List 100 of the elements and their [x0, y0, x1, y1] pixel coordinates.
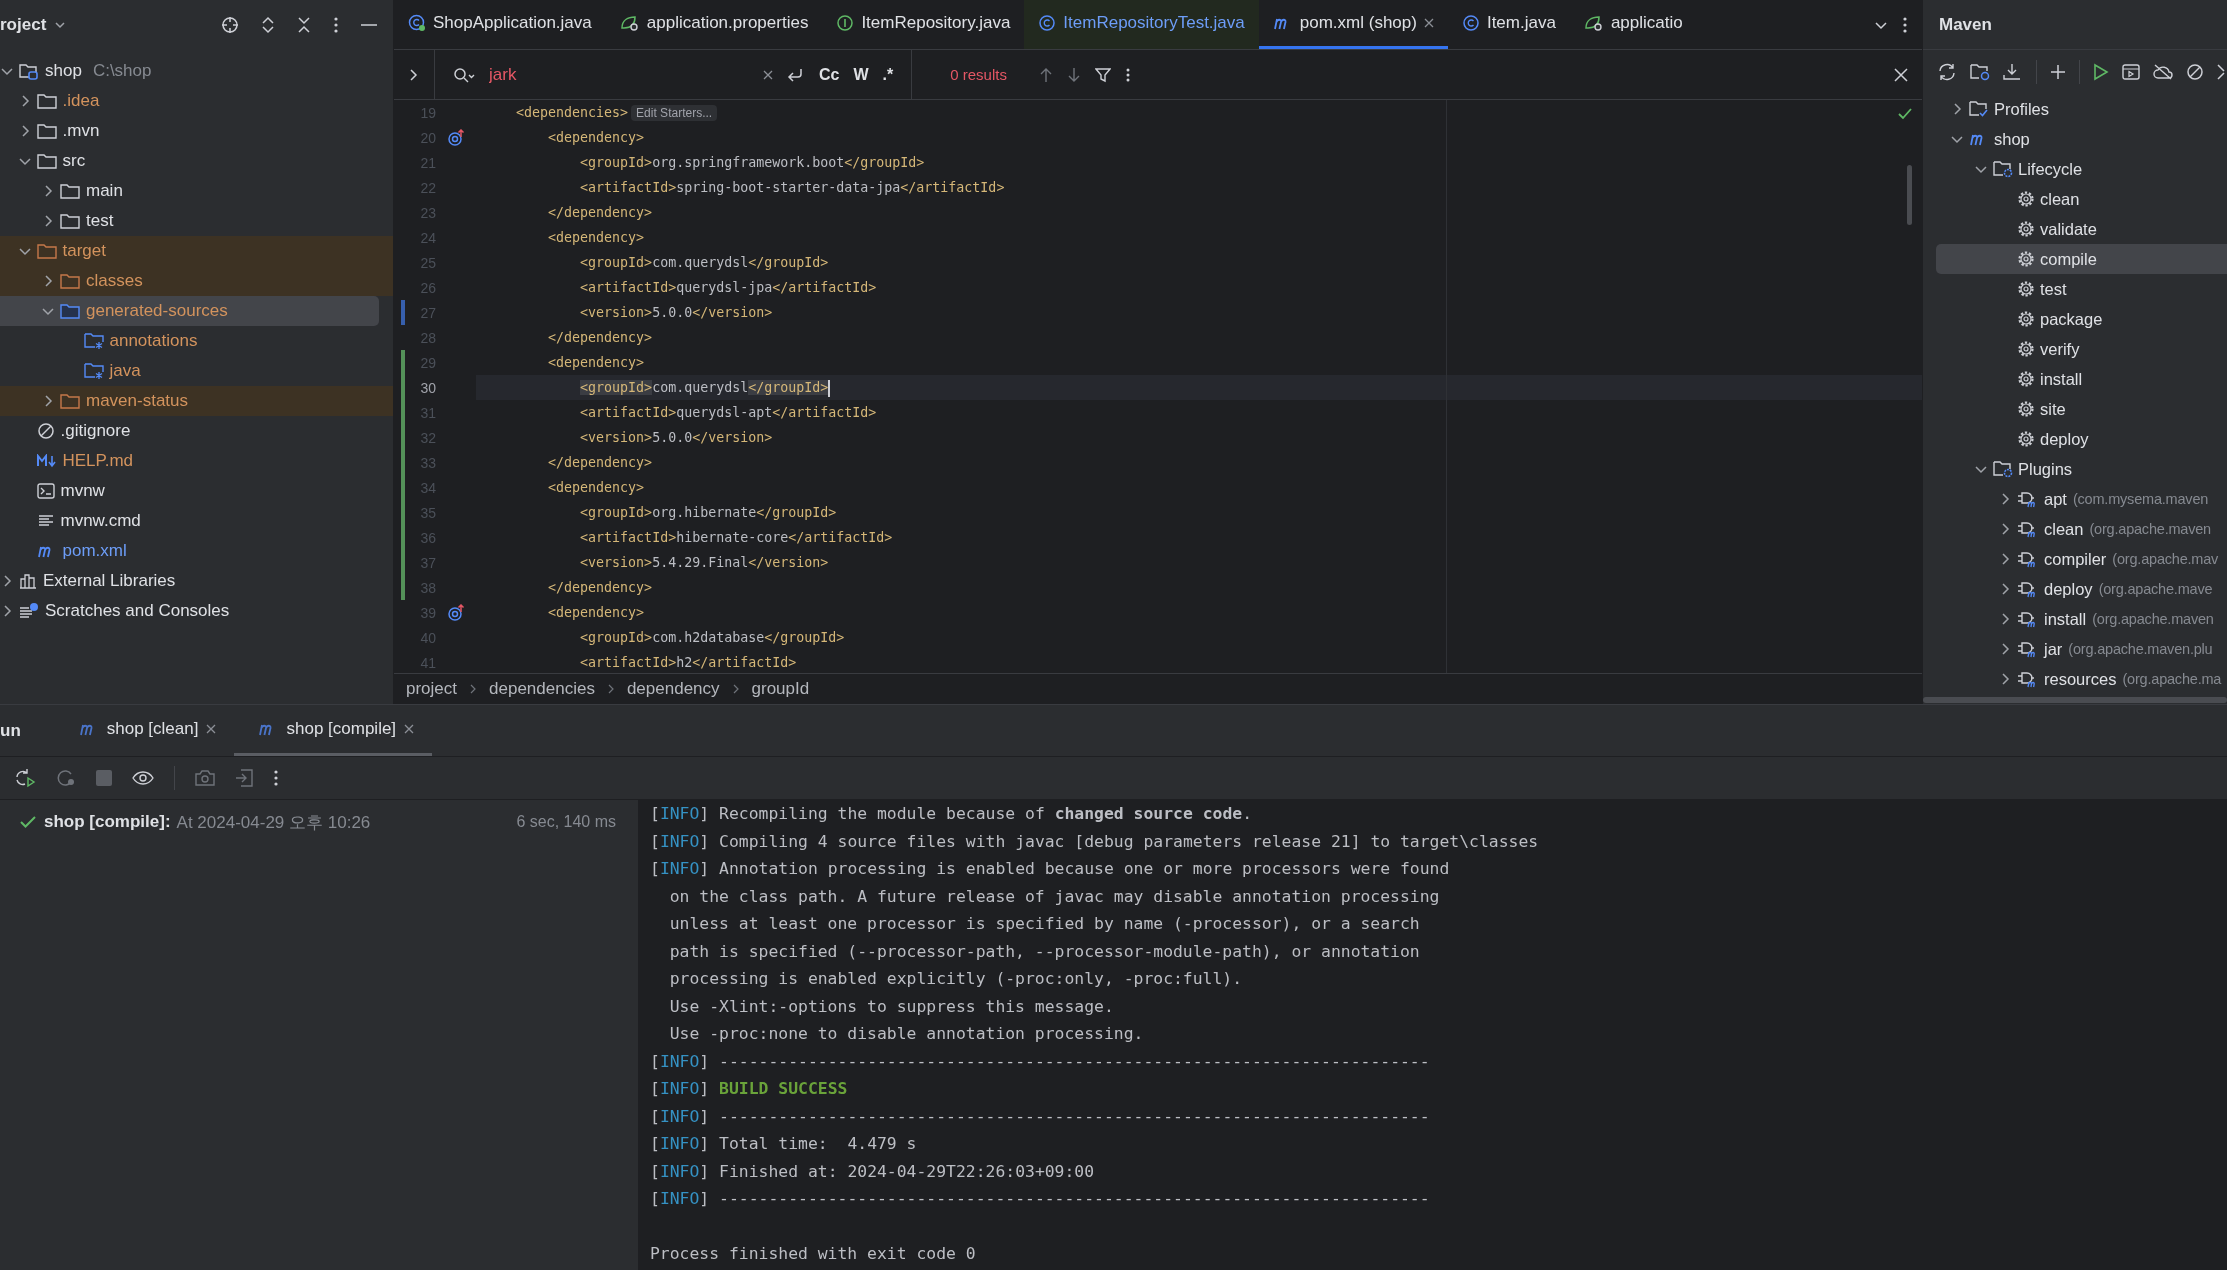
tree-item[interactable]: src [0, 146, 379, 176]
tree-item[interactable]: Scratches and Consoles [0, 596, 379, 626]
change-marker[interactable] [401, 575, 405, 600]
tree-item[interactable]: clean [1936, 184, 2227, 214]
reload-icon[interactable] [1937, 63, 1957, 81]
panel-title[interactable]: un [0, 720, 21, 741]
tree-item[interactable]: deploy (org.apache.mave [1936, 574, 2227, 604]
chevron-right-icon[interactable] [408, 67, 420, 82]
tree-item[interactable]: validate [1936, 214, 2227, 244]
editor-tab[interactable]: ItemRepositoryTest.java [1024, 0, 1259, 49]
breadcrumb[interactable]: groupId [751, 679, 810, 699]
run-result[interactable]: shop [compile]: At 2024-04-29 오후 10:26 6 sec, 140 ms [0, 808, 638, 836]
skip-tests-icon[interactable] [2186, 63, 2204, 81]
eye-icon[interactable] [132, 770, 154, 786]
tree-item[interactable]: java [0, 356, 379, 386]
search-field[interactable]: jark [489, 64, 749, 85]
folder-refresh-icon[interactable] [1970, 63, 1990, 81]
breadcrumb[interactable]: dependency [626, 679, 720, 699]
change-marker[interactable] [401, 350, 405, 375]
tree-item[interactable]: site [1936, 394, 2227, 424]
breadcrumb[interactable]: project [406, 679, 458, 699]
more-icon[interactable] [333, 16, 339, 34]
tree-item[interactable]: test [0, 206, 379, 236]
tree-item[interactable]: test [1936, 274, 2227, 304]
tree-item[interactable]: main [0, 176, 379, 206]
tree-item[interactable]: mvnw.cmd [0, 506, 379, 536]
tree-item[interactable]: classes [0, 266, 393, 296]
tree-item[interactable]: compile [1936, 244, 2227, 274]
tree-item[interactable]: clean (org.apache.maven [1936, 514, 2227, 544]
clear-icon[interactable] [763, 69, 773, 80]
search-option[interactable]: W [853, 65, 869, 84]
tree-item[interactable]: generated-sources [0, 296, 379, 326]
close-icon[interactable] [1894, 67, 1908, 82]
arrow-up-icon[interactable] [1038, 66, 1053, 83]
run-tab[interactable]: shop [compile] [234, 705, 433, 756]
change-marker[interactable] [401, 400, 405, 425]
locate-icon[interactable] [221, 16, 239, 34]
tree-item[interactable]: verify [1936, 334, 2227, 364]
tree-item[interactable]: shop [1936, 124, 2227, 154]
tree-item[interactable]: maven-status [0, 386, 393, 416]
change-marker[interactable] [401, 500, 405, 525]
search-option[interactable]: Cc [819, 65, 840, 84]
tree-item[interactable]: install (org.apache.maven [1936, 604, 2227, 634]
tree-item[interactable]: compiler (org.apache.mav [1936, 544, 2227, 574]
tree-item[interactable]: resources (org.apache.ma [1936, 664, 2227, 694]
editor-tab[interactable]: Item.java [1447, 0, 1570, 49]
tree-item[interactable]: Plugins [1936, 454, 2227, 484]
more-icon[interactable] [1124, 66, 1131, 83]
more-icon[interactable] [1902, 15, 1908, 34]
tree-item[interactable]: pom.xml [0, 536, 379, 566]
breadcrumb[interactable]: dependencies [489, 679, 595, 699]
change-marker[interactable] [401, 475, 405, 500]
run-config-icon[interactable] [2122, 64, 2140, 80]
tree-item[interactable]: apt (com.mysema.maven [1936, 484, 2227, 514]
offline-icon[interactable] [2153, 64, 2173, 80]
scroll-thumb[interactable] [1907, 165, 1912, 225]
editor-tab[interactable]: ItemRepository.java [822, 0, 1025, 49]
tree-item[interactable]: annotations [0, 326, 379, 356]
tree-item[interactable]: shop C:\shop [0, 56, 379, 86]
change-marker[interactable] [401, 375, 405, 400]
tree-item[interactable]: install [1936, 364, 2227, 394]
collapse-all-icon[interactable] [297, 16, 311, 34]
tree-item[interactable]: mvnw [0, 476, 379, 506]
import-icon[interactable] [235, 769, 253, 787]
editor-tab[interactable]: application.properties [605, 0, 823, 49]
download-icon[interactable] [2003, 63, 2023, 81]
tree-item[interactable]: deploy [1936, 424, 2227, 454]
run-tab[interactable]: shop [clean] [54, 705, 235, 756]
change-marker[interactable] [401, 450, 405, 475]
tree-item[interactable]: target [0, 236, 393, 266]
tree-item[interactable]: jar (org.apache.maven.plu [1936, 634, 2227, 664]
filter-icon[interactable] [1094, 66, 1111, 83]
tree-item[interactable]: Profiles [1936, 94, 2227, 124]
tree-item[interactable]: package [1936, 304, 2227, 334]
chevron-down-icon[interactable] [54, 19, 67, 31]
collapse-icon[interactable] [2217, 63, 2225, 81]
search-option[interactable]: .* [882, 65, 894, 84]
plus-icon[interactable] [2050, 64, 2066, 80]
tree-item[interactable]: Lifecycle [1936, 154, 2227, 184]
editor-tab[interactable]: ShopApplication.java [394, 0, 606, 49]
change-marker[interactable] [401, 300, 405, 325]
arrow-down-icon[interactable] [1066, 66, 1081, 83]
rerun-icon[interactable] [14, 768, 36, 788]
minimize-icon[interactable] [361, 23, 377, 27]
editor-tab[interactable]: pom.xml (shop) [1258, 0, 1448, 49]
tree-item[interactable]: External Libraries [0, 566, 379, 596]
tree-item[interactable]: .gitignore [0, 416, 379, 446]
change-marker[interactable] [401, 550, 405, 575]
tree-item[interactable]: HELP.md [0, 446, 379, 476]
change-marker[interactable] [401, 425, 405, 450]
scrollbar[interactable] [1923, 697, 2227, 703]
change-marker[interactable] [401, 525, 405, 550]
tree-item[interactable]: .idea [0, 86, 379, 116]
panel-title[interactable]: roject [0, 15, 47, 35]
editor-tab[interactable]: applicatio [1569, 0, 1697, 49]
close-icon[interactable] [1423, 18, 1434, 28]
rerun-failed-icon[interactable] [56, 768, 76, 788]
more-icon[interactable] [273, 769, 279, 787]
newline-icon[interactable] [787, 66, 805, 83]
run-icon[interactable] [2093, 63, 2109, 81]
